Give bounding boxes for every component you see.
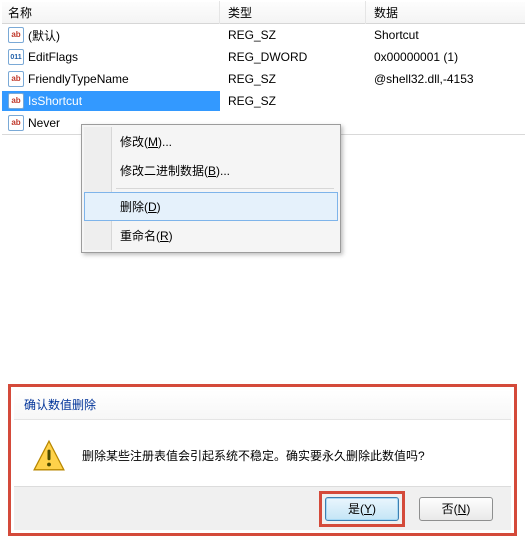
value-row[interactable]: EditFlags REG_DWORD0x00000001 (1) <box>2 46 525 68</box>
value-name-label: EditFlags <box>28 50 78 64</box>
value-data-cell: @shell32.dll,-4153 <box>366 70 525 88</box>
button-label: 是(Y) <box>348 500 376 517</box>
dialog-button-bar: 是(Y) 否(N) <box>14 486 511 530</box>
value-name-cell: IsShortcut <box>2 91 220 111</box>
value-name-cell: FriendlyTypeName <box>2 69 220 89</box>
confirm-dialog: 确认数值删除 删除某些注册表值会引起系统不稳定。确实要永久删除此数值吗? 是(Y… <box>14 390 511 530</box>
menu-label: 删除(D) <box>120 200 161 214</box>
no-button[interactable]: 否(N) <box>419 497 493 521</box>
value-row[interactable]: (默认) REG_SZShortcut <box>2 24 525 46</box>
value-name-cell: (默认) <box>2 25 220 46</box>
value-type-cell: REG_SZ <box>220 92 366 110</box>
menu-item-modify-binary[interactable]: 修改二进制数据(B)... <box>84 156 338 185</box>
value-row[interactable]: FriendlyTypeName REG_SZ@shell32.dll,-4153 <box>2 68 525 90</box>
value-data-cell <box>366 121 525 125</box>
button-label: 否(N) <box>442 500 471 517</box>
warning-icon <box>32 439 66 473</box>
reg-string-icon <box>8 93 24 109</box>
reg-string-icon <box>8 115 24 131</box>
menu-label: 重命名(R) <box>120 229 173 243</box>
value-name-label: FriendlyTypeName <box>28 72 129 86</box>
value-type-cell: REG_SZ <box>220 26 366 44</box>
menu-item-modify[interactable]: 修改(M)... <box>84 127 338 156</box>
reg-string-icon <box>8 71 24 87</box>
value-rows-container: (默认)REG_SZShortcutEditFlagsREG_DWORD0x00… <box>2 24 525 134</box>
yes-button[interactable]: 是(Y) <box>325 497 399 521</box>
value-row[interactable]: IsShortcut REG_SZ <box>2 90 525 112</box>
value-data-cell <box>366 99 525 103</box>
value-name-label: IsShortcut <box>28 94 82 108</box>
column-header-type[interactable]: 类型 <box>220 1 366 24</box>
menu-label: 修改二进制数据(B)... <box>120 164 230 178</box>
context-menu: 修改(M)... 修改二进制数据(B)... 删除(D) 重命名(R) <box>81 124 341 253</box>
value-name-label: (默认) <box>28 27 60 44</box>
dialog-body: 删除某些注册表值会引起系统不稳定。确实要永久删除此数值吗? <box>14 420 511 486</box>
registry-list: 名称 类型 数据 (默认)REG_SZShortcutEditFlagsREG_… <box>2 2 525 135</box>
value-name-label: Never <box>28 116 60 130</box>
value-name-cell: EditFlags <box>2 47 220 67</box>
menu-item-delete[interactable]: 删除(D) <box>84 192 338 221</box>
confirm-dialog-highlight-frame: 确认数值删除 删除某些注册表值会引起系统不稳定。确实要永久删除此数值吗? 是(Y… <box>8 384 517 536</box>
yes-button-highlight: 是(Y) <box>319 491 405 527</box>
column-header-data[interactable]: 数据 <box>366 1 525 24</box>
dialog-message: 删除某些注册表值会引起系统不稳定。确实要永久删除此数值吗? <box>82 447 425 465</box>
reg-binary-icon <box>8 49 24 65</box>
value-data-cell: 0x00000001 (1) <box>366 48 525 66</box>
menu-label: 修改(M)... <box>120 135 172 149</box>
column-header-row: 名称 类型 数据 <box>2 2 525 24</box>
value-type-cell: REG_SZ <box>220 70 366 88</box>
value-type-cell: REG_DWORD <box>220 48 366 66</box>
column-header-name[interactable]: 名称 <box>2 1 220 24</box>
menu-item-rename[interactable]: 重命名(R) <box>84 221 338 250</box>
reg-string-icon <box>8 27 24 43</box>
dialog-title: 确认数值删除 <box>14 390 511 420</box>
context-menu-separator <box>116 188 334 189</box>
value-data-cell: Shortcut <box>366 26 525 44</box>
